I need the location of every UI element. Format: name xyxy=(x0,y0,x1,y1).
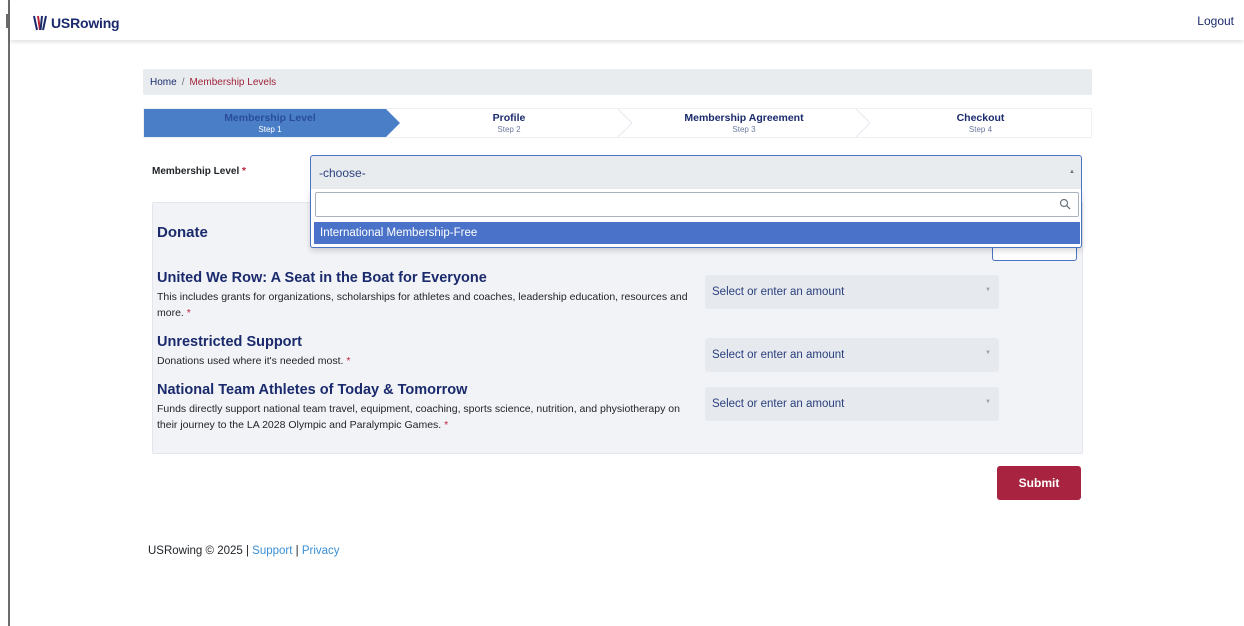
breadcrumb-separator: / xyxy=(181,76,185,88)
footer: USRowing © 2025 | Support | Privacy xyxy=(148,545,340,557)
step-membership-agreement[interactable]: Membership Agreement Step 3 xyxy=(632,109,856,137)
required-marker: * xyxy=(444,419,449,431)
step-membership-level[interactable]: Membership Level Step 1 xyxy=(144,109,396,137)
logo-text-us: US xyxy=(51,15,71,31)
required-marker: * xyxy=(242,166,246,177)
fund-description-text: This includes grants for organizations, … xyxy=(157,291,688,319)
fund-description-text: Funds directly support national team tra… xyxy=(157,403,680,431)
logout-link[interactable]: Logout xyxy=(1197,14,1234,28)
breadcrumb-home-link[interactable]: Home xyxy=(150,77,177,88)
top-navbar: USRowing Logout xyxy=(10,0,1244,40)
step-title: Membership Agreement xyxy=(684,111,804,124)
breadcrumb: Home / Membership Levels xyxy=(143,69,1092,95)
caret-down-icon: ▼ xyxy=(985,350,991,356)
step-title: Profile xyxy=(492,111,526,124)
fund-unrestricted-support: Unrestricted Support Donations used wher… xyxy=(157,334,697,369)
step-checkout[interactable]: Checkout Step 4 xyxy=(870,109,1091,137)
footer-support-link[interactable]: Support xyxy=(252,545,292,557)
step-number: Step 2 xyxy=(497,124,521,134)
amount-select-unrestricted-support[interactable]: Select or enter an amount ▼ xyxy=(705,338,999,372)
step-number: Step 3 xyxy=(732,124,756,134)
step-divider-chevron xyxy=(618,109,632,137)
membership-level-label: Membership Level * xyxy=(152,166,246,177)
progress-steps: Membership Level Step 1 Profile Step 2 M… xyxy=(143,108,1092,138)
amount-placeholder: Select or enter an amount xyxy=(712,398,845,410)
breadcrumb-current: Membership Levels xyxy=(189,76,277,88)
membership-level-label-text: Membership Level xyxy=(152,166,240,177)
caret-down-icon: ▼ xyxy=(985,399,991,405)
search-icon xyxy=(1059,198,1071,210)
usrowing-oars-icon xyxy=(33,15,47,31)
required-marker: * xyxy=(346,355,351,367)
dropdown-search-input[interactable] xyxy=(315,192,1079,217)
fund-national-team-athletes: National Team Athletes of Today & Tomorr… xyxy=(157,382,697,433)
step-number: Step 4 xyxy=(968,124,993,134)
amount-placeholder: Select or enter an amount xyxy=(712,286,845,298)
step-title: Membership Level xyxy=(224,111,316,124)
submit-button[interactable]: Submit xyxy=(997,466,1081,500)
dropdown-option-international-membership[interactable]: International Membership-Free xyxy=(314,222,1080,244)
logo-text-rowing: Rowing xyxy=(70,15,120,31)
fund-description: This includes grants for organizations, … xyxy=(157,289,697,321)
membership-level-dropdown: International Membership-Free xyxy=(310,189,1082,248)
step-profile[interactable]: Profile Step 2 xyxy=(400,109,618,137)
membership-level-selected-value: -choose- xyxy=(319,165,366,180)
footer-privacy-link[interactable]: Privacy xyxy=(302,545,340,557)
fund-title: United We Row: A Seat in the Boat for Ev… xyxy=(157,270,487,286)
required-marker: * xyxy=(186,307,191,319)
membership-level-select[interactable]: -choose- ▲ xyxy=(310,155,1082,190)
amount-select-united-we-row[interactable]: Select or enter an amount ▼ xyxy=(705,275,999,309)
amount-select-national-team[interactable]: Select or enter an amount ▼ xyxy=(705,387,999,421)
step-number: Step 1 xyxy=(258,124,282,134)
caret-up-icon: ▲ xyxy=(1069,169,1075,175)
fund-title: Unrestricted Support xyxy=(157,334,303,350)
fund-description: Funds directly support national team tra… xyxy=(157,401,697,433)
fund-description-text: Donations used where it's needed most. xyxy=(157,355,344,367)
fund-united-we-row: United We Row: A Seat in the Boat for Ev… xyxy=(157,270,697,321)
footer-divider: | xyxy=(295,545,299,557)
usrowing-logo[interactable]: USRowing xyxy=(32,14,120,32)
fund-description: Donations used where it's needed most. * xyxy=(157,353,697,369)
caret-down-icon: ▼ xyxy=(985,287,991,293)
fund-title: National Team Athletes of Today & Tomorr… xyxy=(157,382,468,398)
step-title: Checkout xyxy=(956,111,1005,124)
window-edge xyxy=(8,0,10,626)
step-divider-chevron xyxy=(856,109,870,137)
logo-text: USRowing xyxy=(51,15,120,31)
amount-placeholder: Select or enter an amount xyxy=(712,349,845,361)
footer-copyright: USRowing © 2025 | xyxy=(148,545,249,557)
donate-heading: Donate xyxy=(157,224,208,241)
